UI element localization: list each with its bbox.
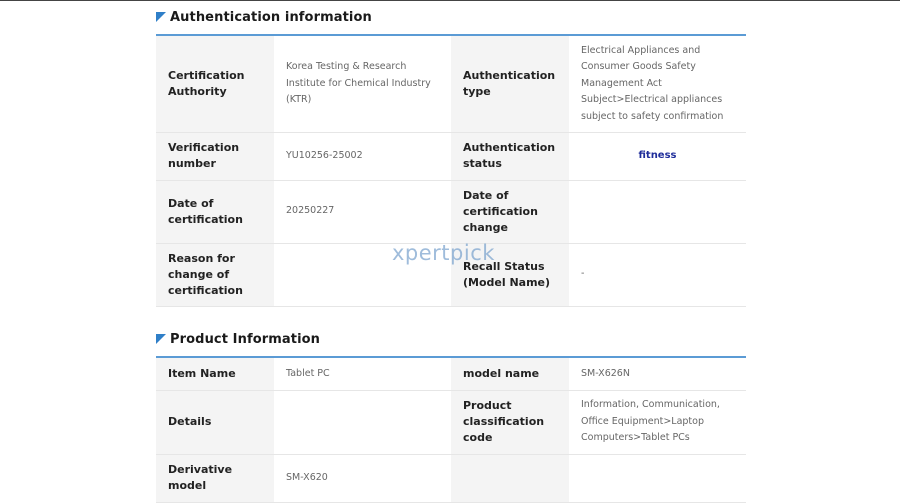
value-details	[274, 390, 451, 455]
table-row: Verification number YU10256-25002 Authen…	[156, 132, 746, 181]
section-title: Authentication information	[170, 9, 372, 25]
top-border	[0, 0, 900, 1]
section-header: Product Information	[156, 329, 746, 349]
corner-marker-icon	[156, 12, 166, 22]
product-table: Item Name Tablet PC model name SM-X626N …	[156, 358, 746, 503]
watermark-logo: xpertpick	[392, 241, 495, 265]
value-verification-number: YU10256-25002	[274, 132, 451, 181]
value-certification-authority: Korea Testing & Research Institute for C…	[274, 36, 451, 133]
status-badge: fitness	[638, 149, 677, 161]
label-certification-authority: Certification Authority	[156, 36, 274, 133]
table-row: Details Product classification code Info…	[156, 390, 746, 455]
value-item-name: Tablet PC	[274, 358, 451, 391]
label-authentication-status: Authentication status	[451, 132, 569, 181]
product-section: Product Information Item Name Tablet PC …	[156, 329, 746, 503]
value-authentication-status: fitness	[569, 132, 746, 181]
label-derivative-model: Derivative model	[156, 454, 274, 503]
label-product-classification-code: Product classification code	[451, 390, 569, 455]
authentication-table: Certification Authority Korea Testing & …	[156, 36, 746, 307]
corner-marker-icon	[156, 334, 166, 344]
label-authentication-type: Authentication type	[451, 36, 569, 133]
label-date-of-certification-change: Date of certification change	[451, 180, 569, 244]
table-row: Derivative model SM-X620	[156, 454, 746, 503]
value-model-name: SM-X626N	[569, 358, 746, 391]
table-row: Item Name Tablet PC model name SM-X626N	[156, 358, 746, 391]
table-row: Date of certification 20250227 Date of c…	[156, 180, 746, 244]
value-date-of-certification-change	[569, 180, 746, 244]
label-verification-number: Verification number	[156, 132, 274, 181]
value-recall-status: -	[569, 243, 746, 307]
value-product-classification-code: Information, Communication, Office Equip…	[569, 390, 746, 455]
label-date-of-certification: Date of certification	[156, 180, 274, 244]
value-empty	[569, 454, 746, 503]
section-header: Authentication information	[156, 7, 746, 27]
section-title: Product Information	[170, 331, 321, 347]
label-item-name: Item Name	[156, 358, 274, 391]
value-derivative-model: SM-X620	[274, 454, 451, 503]
label-model-name: model name	[451, 358, 569, 391]
table-row: Certification Authority Korea Testing & …	[156, 36, 746, 133]
value-date-of-certification: 20250227	[274, 180, 451, 244]
value-authentication-type: Electrical Appliances and Consumer Goods…	[569, 36, 746, 133]
label-empty	[451, 454, 569, 503]
label-reason-for-change: Reason for change of certification	[156, 243, 274, 307]
label-details: Details	[156, 390, 274, 455]
